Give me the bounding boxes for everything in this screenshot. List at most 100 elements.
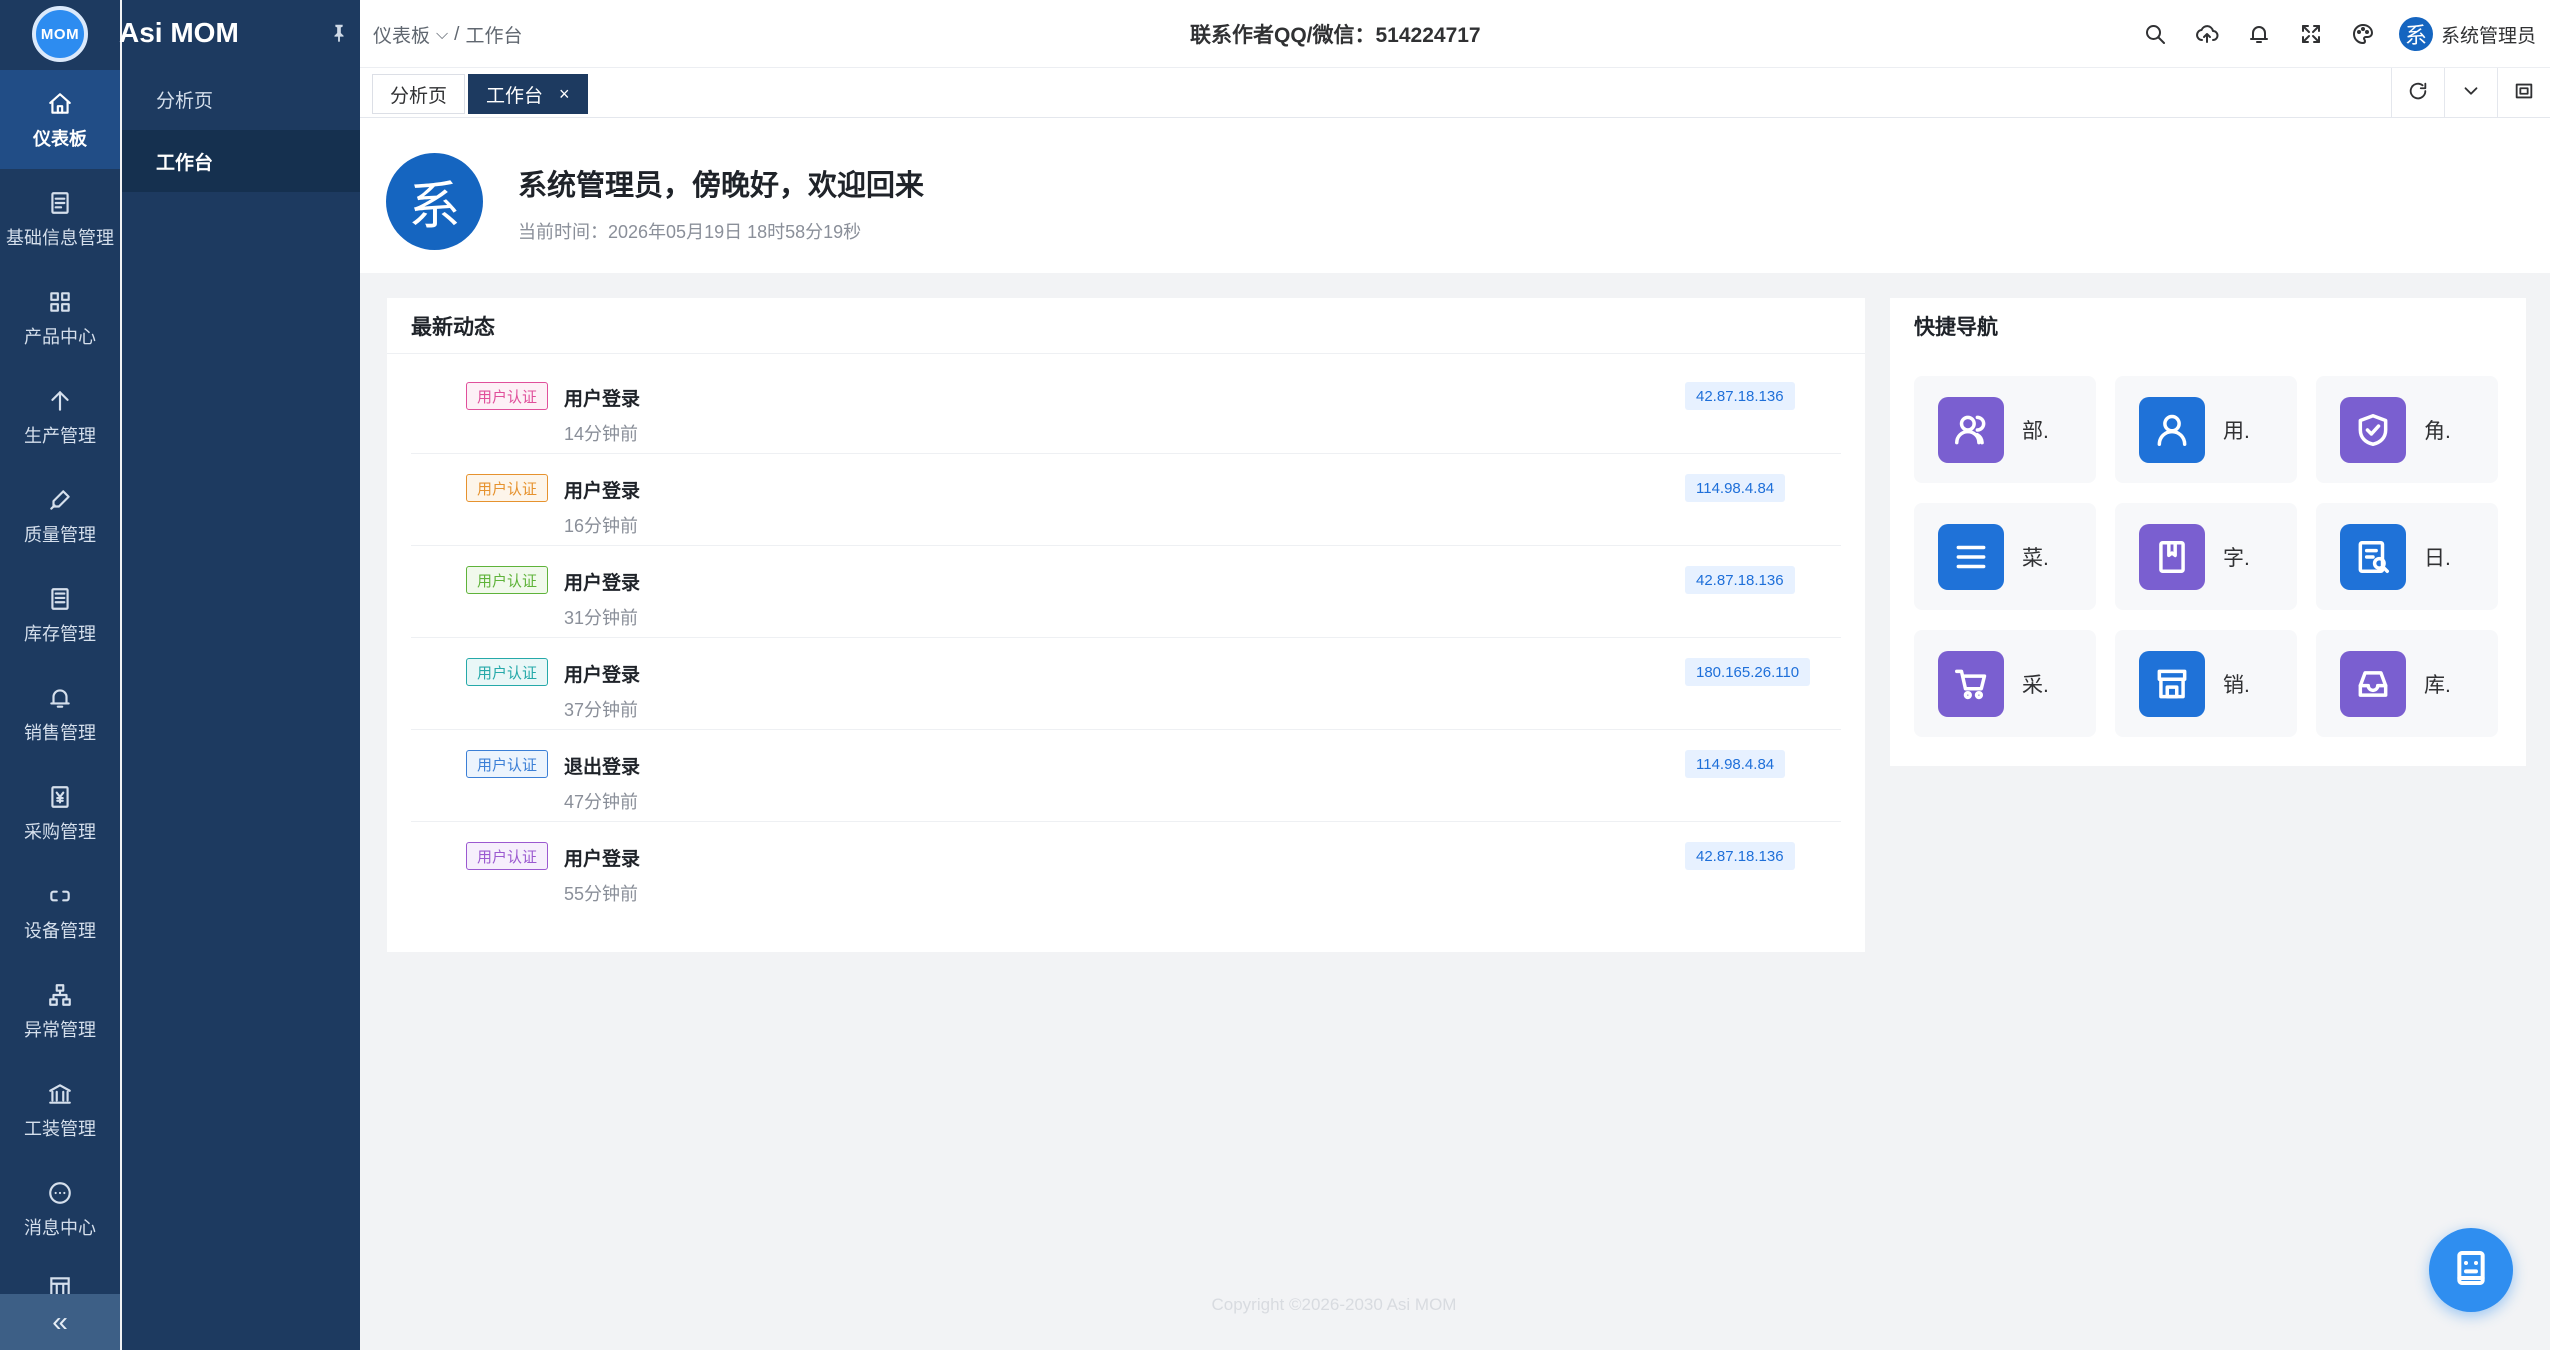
tabs-bar: 分析页 工作台 ×	[360, 68, 2550, 118]
breadcrumb-dashboard[interactable]: 仪表板	[373, 21, 430, 48]
chevron-down-icon	[2460, 80, 2482, 107]
quick-nav-label: 菜.	[2022, 546, 2049, 570]
list-item[interactable]: 用户认证 用户登录 16分钟前 114.98.4.84	[411, 454, 1841, 546]
rail-item-production[interactable]: 生产管理	[0, 367, 120, 466]
quick-nav-label: 销.	[2223, 673, 2250, 697]
quick-nav-label: 用.	[2223, 419, 2250, 443]
breadcrumb-separator: /	[454, 23, 460, 45]
list-item[interactable]: 用户认证 用户登录 14分钟前 42.87.18.136	[411, 362, 1841, 454]
chevron-down-icon[interactable]: ⌵	[436, 26, 448, 44]
quick-nav-sales[interactable]: 销.	[2115, 630, 2297, 737]
list-item[interactable]: 用户认证 退出登录 47分钟前 114.98.4.84	[411, 730, 1841, 822]
rail-item-equipment[interactable]: 设备管理	[0, 862, 120, 961]
refresh-icon	[2407, 80, 2429, 107]
quick-nav-department[interactable]: 部.	[1914, 376, 2096, 483]
quick-nav-grid: 部. 用. 角. 菜. 字. 日. 采. 销. 库.	[1914, 376, 2504, 737]
quick-nav-user[interactable]: 用.	[2115, 376, 2297, 483]
home-icon	[45, 89, 75, 119]
grid-icon	[45, 287, 75, 317]
user-icon	[2139, 396, 2205, 463]
quick-nav-log[interactable]: 日.	[2316, 503, 2498, 610]
status-badge: 用户认证	[466, 842, 549, 870]
log-icon	[2340, 523, 2406, 590]
activity-time: 55分钟前	[564, 884, 639, 904]
refresh-tab-button[interactable]	[2391, 68, 2444, 118]
collapse-sidebar-button[interactable]: «	[0, 1294, 120, 1350]
current-time-value: 2026年05月19日 18时58分19秒	[608, 222, 862, 242]
quick-nav-label: 角.	[2424, 419, 2451, 443]
tab-workbench[interactable]: 工作台 ×	[468, 74, 588, 114]
list-item[interactable]: 用户认证 用户登录 37分钟前 180.165.26.110	[411, 638, 1841, 730]
org-chart-icon	[45, 980, 75, 1010]
status-badge: 用户认证	[466, 750, 549, 778]
maximize-content-button[interactable]	[2497, 68, 2550, 118]
activity-title-text: 用户登录	[564, 573, 641, 594]
fullscreen-icon[interactable]	[2285, 0, 2337, 68]
rail-item-label: 仪表板	[33, 128, 87, 149]
chat-icon	[45, 1178, 75, 1208]
quick-nav-label: 日.	[2424, 546, 2451, 570]
quick-nav-label: 部.	[2022, 419, 2049, 443]
footer-copyright: Copyright ©2026-2030 Asi MOM	[1211, 1295, 1457, 1314]
quick-nav-dictionary[interactable]: 字.	[2115, 503, 2297, 610]
rail-item-exception[interactable]: 异常管理	[0, 961, 120, 1060]
rail-item-purchase[interactable]: 采购管理	[0, 763, 120, 862]
tab-dropdown-button[interactable]	[2444, 68, 2497, 118]
activity-card: 最新动态 用户认证 用户登录 14分钟前 42.87.18.136 用户认证 用…	[387, 298, 1865, 952]
close-icon[interactable]: ×	[559, 84, 570, 105]
status-badge: 用户认证	[466, 382, 549, 410]
rail-item-basic-info[interactable]: 基础信息管理	[0, 169, 120, 268]
cloud-upload-icon[interactable]	[2181, 0, 2233, 68]
link-icon	[45, 881, 75, 911]
ip-badge: 42.87.18.136	[1685, 382, 1795, 410]
submenu-item-workbench[interactable]: 工作台	[122, 130, 360, 192]
assistant-button[interactable]	[2429, 1228, 2513, 1312]
icon-rail: MOM 仪表板 基础信息管理 产品中心 生产管理 质量管理 库存管理 销售管理 …	[0, 0, 120, 1350]
quick-nav-label: 库.	[2424, 673, 2451, 697]
cart-icon	[1938, 650, 2004, 717]
activity-title: 最新动态	[387, 298, 1865, 354]
status-badge: 用户认证	[466, 474, 549, 502]
activity-time: 31分钟前	[564, 608, 639, 628]
greeting: 系统管理员，傍晚好，欢迎回来	[518, 170, 925, 202]
app-logo[interactable]: MOM	[0, 0, 120, 68]
quick-nav-menu[interactable]: 菜.	[1914, 503, 2096, 610]
avatar: 系	[2398, 17, 2433, 51]
menu-icon	[1938, 523, 2004, 590]
bell-icon[interactable]	[2233, 0, 2285, 68]
quick-nav-label: 采.	[2022, 673, 2049, 697]
search-icon[interactable]	[2129, 0, 2181, 68]
status-badge: 用户认证	[466, 658, 549, 686]
quick-nav-inventory[interactable]: 库.	[2316, 630, 2498, 737]
submenu-header: Asi MOM	[119, 0, 360, 68]
tab-label: 工作台	[486, 85, 544, 107]
rail-item-messages[interactable]: 消息中心	[0, 1159, 120, 1258]
yen-icon	[45, 782, 75, 812]
submenu-item-analysis[interactable]: 分析页	[122, 68, 360, 130]
current-time: 当前时间： 2026年05月19日 18时58分19秒	[518, 218, 861, 244]
top-header: 仪表板 ⌵ / 工作台 联系作者QQ/微信：514224717 系 系统管理员	[360, 0, 2550, 68]
palette-icon[interactable]	[2337, 0, 2389, 68]
list-item[interactable]: 用户认证 用户登录 31分钟前 42.87.18.136	[411, 546, 1841, 638]
rail-item-more[interactable]	[0, 1262, 120, 1294]
list-item[interactable]: 用户认证 用户登录 55分钟前 42.87.18.136	[411, 822, 1841, 914]
ip-badge: 114.98.4.84	[1685, 474, 1786, 502]
activity-title-text: 用户登录	[564, 481, 641, 502]
rail-item-label: 采购管理	[24, 821, 96, 842]
user-menu[interactable]: 系 系统管理员	[2389, 0, 2550, 68]
tab-analysis[interactable]: 分析页	[372, 74, 466, 114]
rail-item-quality[interactable]: 质量管理	[0, 466, 120, 565]
rail-item-tooling[interactable]: 工装管理	[0, 1060, 120, 1159]
app-title: Asi MOM	[119, 17, 239, 48]
quick-nav-purchase[interactable]: 采.	[1914, 630, 2096, 737]
activity-time: 16分钟前	[564, 516, 639, 536]
rail-item-label: 基础信息管理	[6, 227, 114, 248]
rail-item-product-center[interactable]: 产品中心	[0, 268, 120, 367]
rail-item-inventory[interactable]: 库存管理	[0, 565, 120, 664]
pin-icon[interactable]	[328, 22, 350, 44]
rail-item-sales[interactable]: 销售管理	[0, 664, 120, 763]
inbox-icon	[2340, 650, 2406, 717]
rail-item-label: 生产管理	[24, 425, 96, 446]
quick-nav-role[interactable]: 角.	[2316, 376, 2498, 483]
rail-item-dashboard[interactable]: 仪表板	[0, 70, 120, 169]
